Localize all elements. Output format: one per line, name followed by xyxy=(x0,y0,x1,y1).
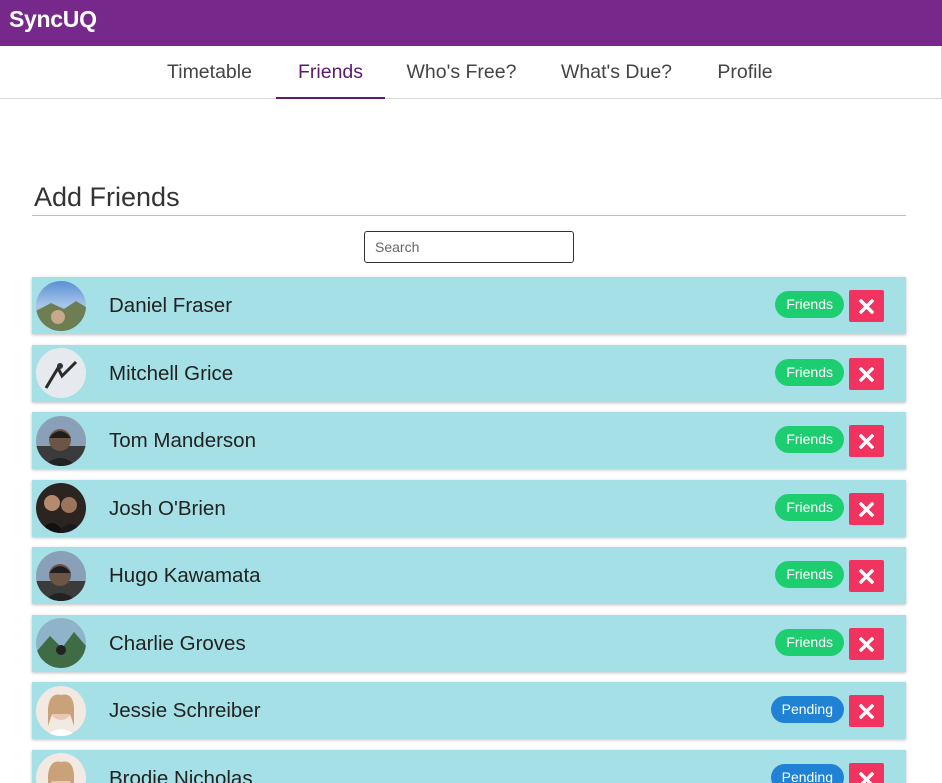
status-badge: Friends xyxy=(775,628,844,656)
page-title: Add Friends xyxy=(34,182,180,212)
avatar xyxy=(36,348,86,398)
search-input[interactable] xyxy=(364,231,574,263)
status-badge: Friends xyxy=(775,561,844,588)
status-badge: Friends xyxy=(775,493,844,521)
close-icon xyxy=(859,501,874,517)
friend-card: Mitchell Grice Friends xyxy=(32,344,906,402)
friend-card: Charlie Groves Friends xyxy=(32,614,906,672)
friend-card: Josh O'Brien Friends xyxy=(32,479,906,537)
tab-friends[interactable]: Friends xyxy=(276,46,385,99)
title-divider xyxy=(32,215,906,216)
remove-friend-button[interactable] xyxy=(849,290,884,322)
friend-card: Hugo Kawamata Friends xyxy=(32,547,906,604)
friend-name: Daniel Fraser xyxy=(109,294,233,317)
remove-friend-button[interactable] xyxy=(849,627,884,660)
status-badge: Pending xyxy=(770,763,844,783)
status-badge: Friends xyxy=(775,358,844,386)
tab-whats-due[interactable]: What's Due? xyxy=(548,46,685,99)
friend-name: Hugo Kawamata xyxy=(109,564,261,587)
friend-name: Charlie Groves xyxy=(109,631,246,655)
friend-card: Tom Manderson Friends xyxy=(32,412,906,469)
app-logo[interactable]: SyncUQ xyxy=(9,6,97,33)
remove-friend-button[interactable] xyxy=(849,762,884,783)
avatar xyxy=(36,483,86,533)
friend-card: Jessie Schreiber Pending xyxy=(32,682,906,739)
friend-name: Jessie Schreiber xyxy=(109,699,261,722)
friend-card: Brodie Nicholas Pending xyxy=(32,749,906,783)
avatar xyxy=(36,280,86,331)
friend-list: Daniel Fraser Friends Mitchell Grice Friend… xyxy=(32,277,906,783)
friend-name: Brodie Nicholas xyxy=(109,766,253,783)
top-bar: SyncUQ xyxy=(0,0,942,46)
friend-name: Josh O'Brien xyxy=(109,496,226,520)
close-icon xyxy=(859,636,874,652)
close-icon xyxy=(859,771,874,783)
tab-profile[interactable]: Profile xyxy=(702,46,788,99)
nav-tabs: Timetable Friends Who's Free? What's Due… xyxy=(0,46,942,99)
status-badge: Pending xyxy=(770,696,844,723)
close-icon xyxy=(859,569,874,584)
remove-friend-button[interactable] xyxy=(849,425,884,457)
remove-friend-button[interactable] xyxy=(849,695,884,727)
avatar xyxy=(36,753,86,783)
remove-friend-button[interactable] xyxy=(849,492,884,525)
tab-timetable[interactable]: Timetable xyxy=(152,46,267,99)
close-icon xyxy=(859,704,874,719)
tab-whos-free[interactable]: Who's Free? xyxy=(393,46,530,99)
friend-card: Daniel Fraser Friends xyxy=(32,277,906,334)
avatar xyxy=(36,550,86,601)
avatar xyxy=(36,618,86,668)
close-icon xyxy=(859,434,874,449)
avatar xyxy=(36,415,86,466)
avatar xyxy=(36,685,86,736)
status-badge: Friends xyxy=(775,426,844,453)
remove-friend-button[interactable] xyxy=(849,357,884,390)
status-badge: Friends xyxy=(775,291,844,318)
friend-name: Tom Manderson xyxy=(109,429,256,452)
close-icon xyxy=(859,299,874,314)
remove-friend-button[interactable] xyxy=(849,560,884,592)
close-icon xyxy=(859,366,874,382)
friend-name: Mitchell Grice xyxy=(109,361,234,385)
